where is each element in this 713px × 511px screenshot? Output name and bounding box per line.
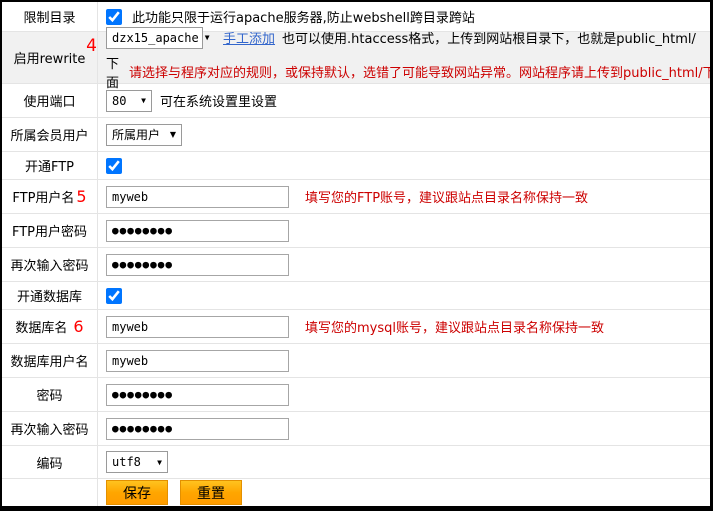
row-ftp-username: FTP用户名 5 填写您的FTP账号，建议跟站点目录名称保持一致 [2,180,710,214]
step-marker-6: 6 [73,319,83,335]
db-username-input[interactable] [106,350,289,372]
db-enable-label: 开通数据库 [2,282,98,309]
chevron-down-icon: ▼ [164,130,176,139]
chevron-down-icon: ▼ [151,458,162,467]
encoding-label: 编码 [2,446,98,478]
row-rewrite: 启用rewrite 4 dzx15_apache ▼ 手工添加 也可以使用.ht… [2,32,710,84]
rewrite-rule-select[interactable]: dzx15_apache ▼ [106,27,203,49]
db-password-input[interactable] [106,384,289,406]
row-db-enable: 开通数据库 [2,282,710,310]
row-port: 使用端口 80 ▼ 可在系统设置里设置 [2,84,710,118]
ftp-username-label: FTP用户名 [12,187,74,206]
vhost-settings-form: 限制目录 此功能只限于运行apache服务器,防止webshell跨目录跨站 启… [0,0,713,511]
row-db-password: 密码 [2,378,710,412]
save-button[interactable]: 保存 [106,480,168,505]
row-db-username: 数据库用户名 [2,344,710,378]
member-user-label: 所属会员用户 [2,118,98,151]
db-password-confirm-label: 再次输入密码 [2,412,98,445]
row-db-name: 数据库名 6 填写您的mysql账号，建议跟站点目录名称保持一致 [2,310,710,344]
db-name-label-cell: 数据库名 6 [2,310,98,343]
actions-label-cell [2,479,98,506]
ftp-password-confirm-label: 再次输入密码 [2,248,98,281]
db-name-hint: 填写您的mysql账号，建议跟站点目录名称保持一致 [305,317,604,336]
port-select[interactable]: 80 ▼ [106,90,152,112]
chevron-down-icon: ▼ [199,33,210,42]
ftp-password-label: FTP用户密码 [2,214,98,247]
step-marker-5: 5 [76,189,86,205]
db-name-label: 数据库名 [15,317,67,336]
db-name-input[interactable] [106,316,289,338]
step-marker-4: 4 [86,38,97,55]
db-password-label: 密码 [2,378,98,411]
port-note: 可在系统设置里设置 [160,91,277,110]
member-user-select[interactable]: 所属用户 ▼ [106,124,182,146]
manual-add-link[interactable]: 手工添加 [223,28,275,47]
ftp-password-confirm-input[interactable] [106,254,289,276]
ftp-username-hint: 填写您的FTP账号，建议跟站点目录名称保持一致 [305,187,588,206]
row-ftp-password: FTP用户密码 [2,214,710,248]
rewrite-label: 启用rewrite [14,48,86,67]
row-actions: 保存 重置 [2,479,710,506]
ftp-password-input[interactable] [106,220,289,242]
row-ftp-password-confirm: 再次输入密码 [2,248,710,282]
restrict-dir-note: 此功能只限于运行apache服务器,防止webshell跨目录跨站 [132,7,475,26]
rewrite-label-cell: 启用rewrite 4 [2,32,98,83]
port-label: 使用端口 [2,84,98,117]
db-enable-checkbox[interactable] [106,288,122,304]
reset-button[interactable]: 重置 [180,480,242,505]
rewrite-warning: 请选择与程序对应的规则，或保持默认，选错了可能导致网站异常。网站程序请上传到pu… [129,62,713,81]
restrict-dir-checkbox[interactable] [106,9,122,25]
chevron-down-icon: ▼ [135,96,146,105]
row-encoding: 编码 utf8 ▼ [2,446,710,479]
row-member-user: 所属会员用户 所属用户 ▼ [2,118,710,152]
rewrite-note: 也可以使用.htaccess格式，上传到网站根目录下，也就是public_htm… [282,28,696,47]
restrict-dir-label: 限制目录 [2,2,98,31]
ftp-username-label-cell: FTP用户名 5 [2,180,98,213]
ftp-enable-checkbox[interactable] [106,158,122,174]
row-ftp-enable: 开通FTP [2,152,710,180]
row-db-password-confirm: 再次输入密码 [2,412,710,446]
ftp-username-input[interactable] [106,186,289,208]
ftp-enable-label: 开通FTP [2,152,98,179]
db-username-label: 数据库用户名 [2,344,98,377]
encoding-select[interactable]: utf8 ▼ [106,451,168,473]
db-password-confirm-input[interactable] [106,418,289,440]
